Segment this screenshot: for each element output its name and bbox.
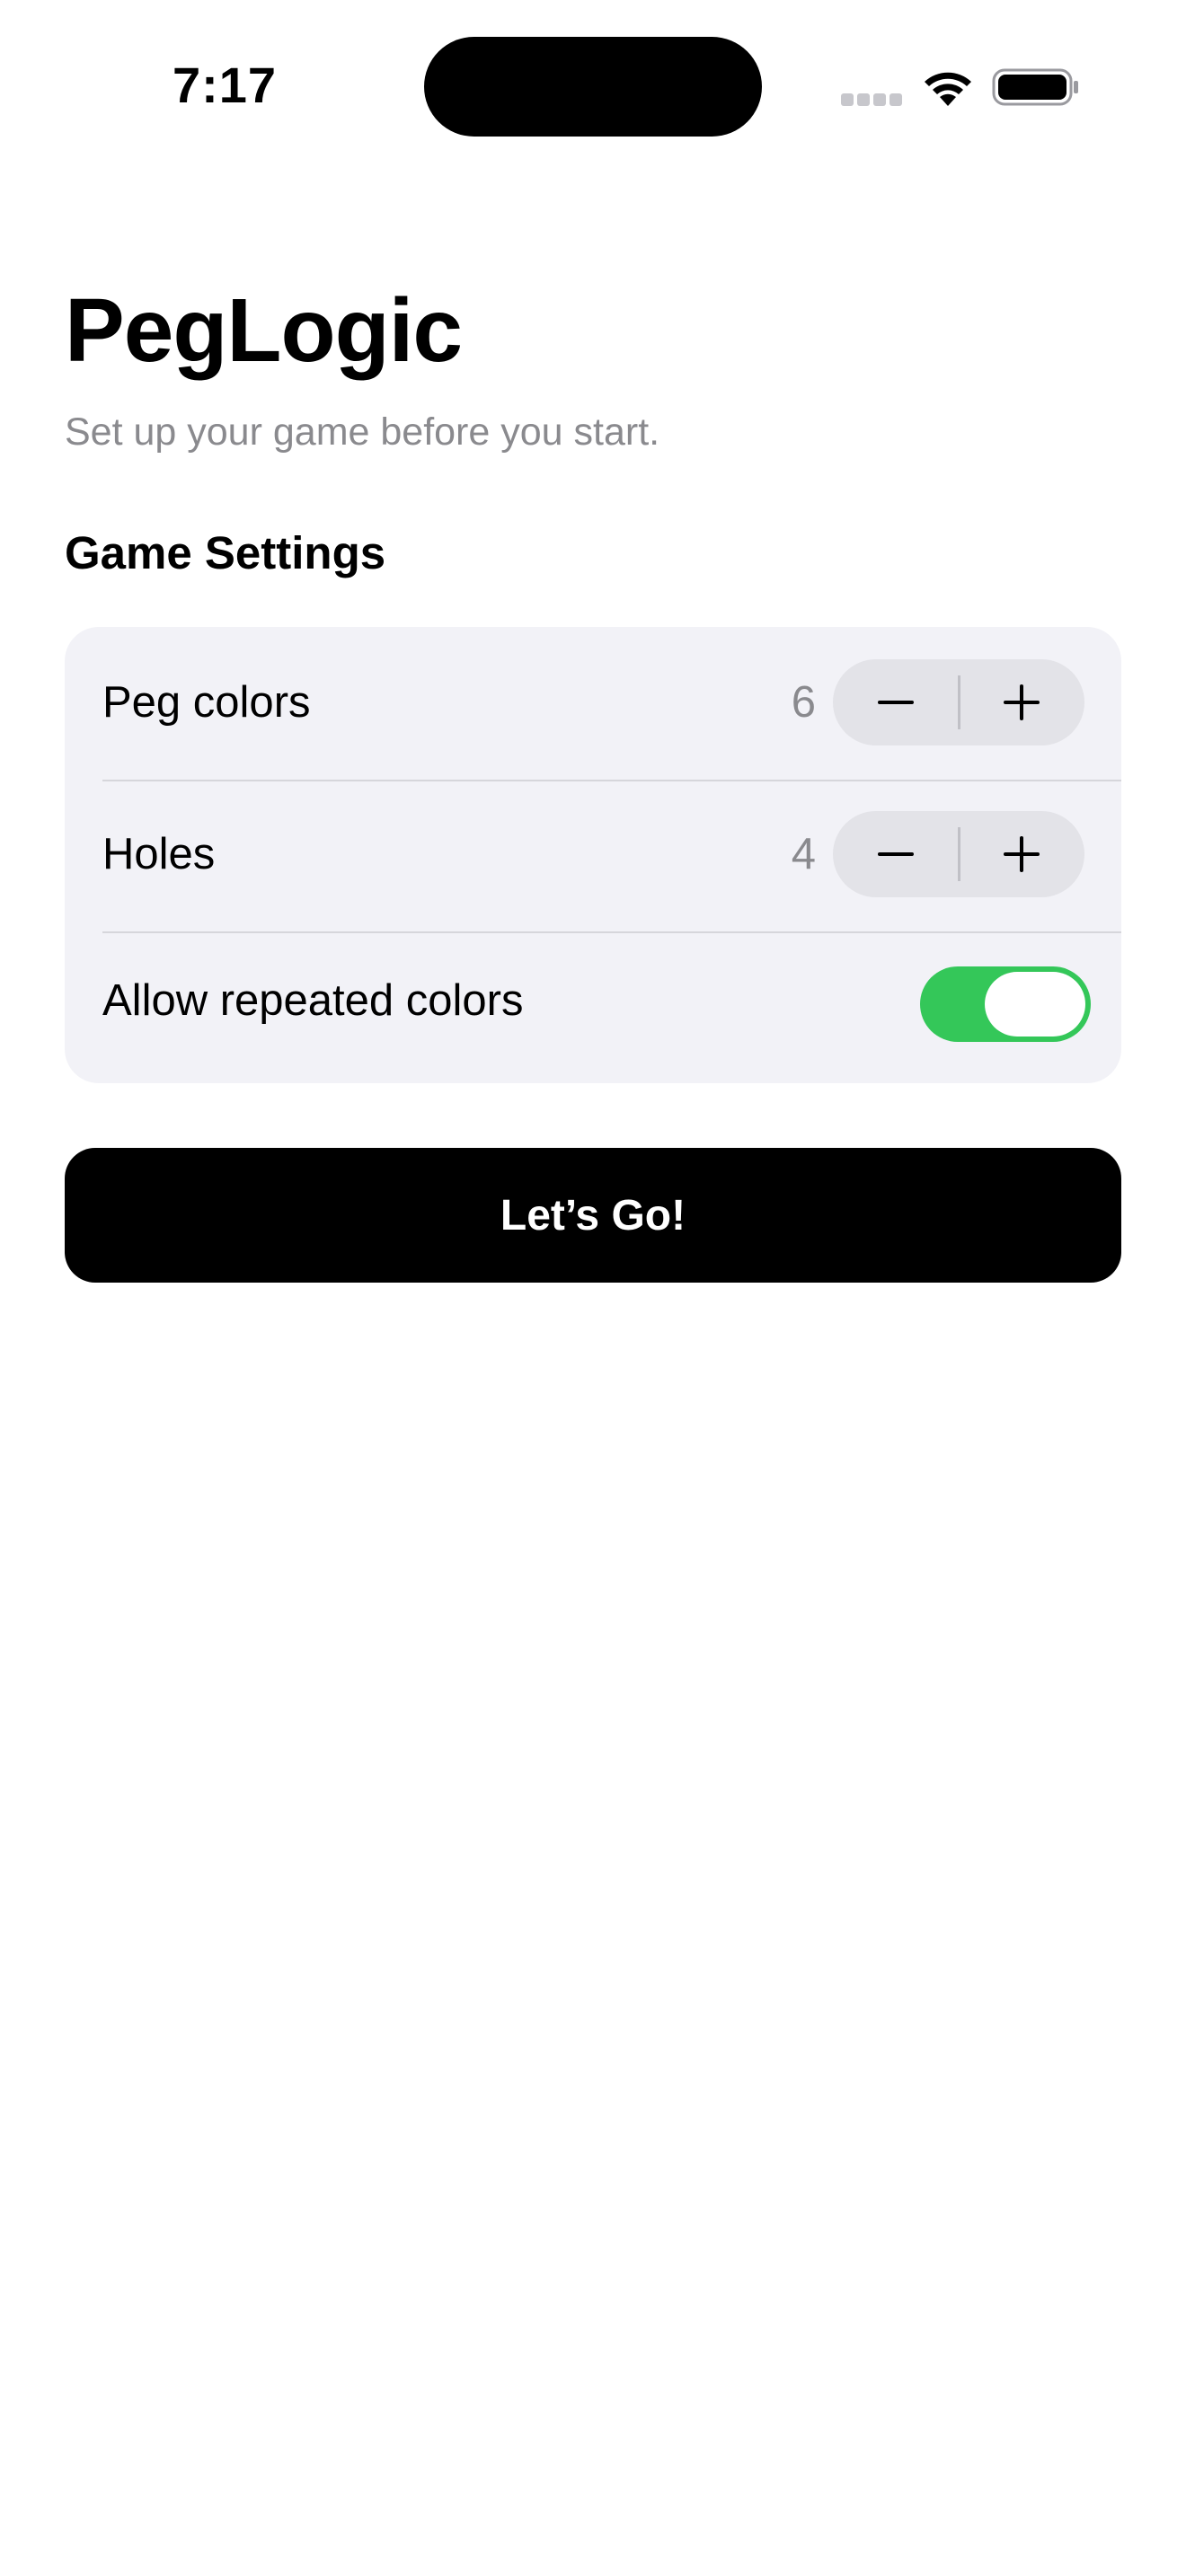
settings-row-allow-repeated-colors: Allow repeated colors <box>65 932 1121 1083</box>
section-header-game-settings: Game Settings <box>65 527 386 578</box>
lets-go-button[interactable]: Let’s Go! <box>65 1148 1121 1283</box>
holes-label: Holes <box>102 830 216 878</box>
holes-decrement-button[interactable] <box>833 811 959 897</box>
holes-increment-button[interactable] <box>959 811 1084 897</box>
settings-row-peg-colors: Peg colors 6 <box>65 627 1121 780</box>
holes-stepper <box>833 811 1084 897</box>
allow-repeated-colors-label: Allow repeated colors <box>102 976 524 1025</box>
peg-colors-decrement-button[interactable] <box>833 659 959 745</box>
peg-colors-value: 6 <box>791 678 816 727</box>
toggle-knob <box>985 972 1085 1037</box>
page-title: PegLogic <box>65 280 463 381</box>
plus-icon <box>1004 684 1040 720</box>
battery-icon <box>992 68 1078 106</box>
settings-card: Peg colors 6 Holes 4 Allow repeated colo… <box>65 627 1121 1083</box>
dynamic-island <box>424 37 762 137</box>
allow-repeated-colors-toggle[interactable] <box>920 966 1091 1042</box>
plus-icon <box>1004 836 1040 872</box>
peg-colors-stepper <box>833 659 1084 745</box>
settings-row-holes: Holes 4 <box>65 781 1121 931</box>
status-bar: 7:17 <box>0 0 1186 180</box>
holes-value: 4 <box>791 830 816 878</box>
minus-icon <box>878 852 914 856</box>
cellular-signal-icon <box>841 93 902 106</box>
peg-colors-increment-button[interactable] <box>959 659 1084 745</box>
wifi-icon <box>925 72 971 106</box>
page-subtitle: Set up your game before you start. <box>65 410 660 454</box>
status-time: 7:17 <box>172 57 278 113</box>
minus-icon <box>878 701 914 704</box>
peg-colors-label: Peg colors <box>102 678 311 727</box>
